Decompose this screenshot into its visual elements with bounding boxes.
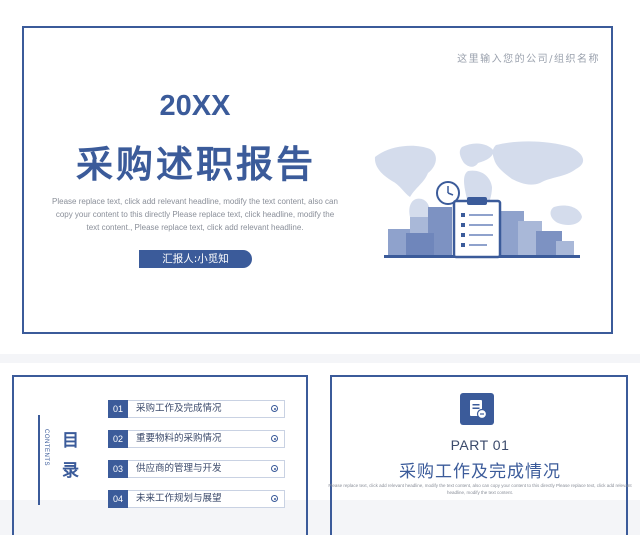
toc-title-en: CONTENTS [43,429,49,466]
report-title: 采购述职报告 [76,143,316,186]
toc-item-label: 采购工作及完成情况 [128,400,285,418]
target-dot-icon [271,405,278,412]
cover-description: Please replace text, click add relevant … [52,197,338,232]
clipboard-icon [452,197,502,259]
toc-item-number: 03 [108,460,128,478]
toc-item-text: 未来工作规划与展望 [136,493,222,504]
toc-item-number: 04 [108,490,128,508]
toc-item-label: 供应商的管理与开发 [128,460,285,478]
target-dot-icon [271,465,278,472]
toc-item-text: 采购工作及完成情况 [136,403,222,414]
reporter-badge: 汇报人:小觅知 [139,250,252,268]
toc-item-text: 重要物料的采购情况 [136,433,222,444]
toc-slide: CONTENTS 目录 01 采购工作及完成情况 02 重要物料的采购情况 03… [0,363,320,535]
toc-title-cn: 目录 [62,431,79,481]
company-name: 这里输入您的公司/组织名称 [457,54,600,65]
toc-item[interactable]: 01 采购工作及完成情况 [108,400,285,418]
cover-slide: 这里输入您的公司/组织名称 20XX 采购述职报告 Please replace… [0,0,640,354]
toc-item[interactable]: 04 未来工作规划与展望 [108,490,285,508]
toc-item-number: 01 [108,400,128,418]
target-dot-icon [271,435,278,442]
toc-item[interactable]: 02 重要物料的采购情况 [108,430,285,448]
toc-item-label: 未来工作规划与展望 [128,490,285,508]
target-dot-icon [271,495,278,502]
part-description: Please replace text, click add relevant … [328,483,632,495]
toc-item-number: 02 [108,430,128,448]
toc-item-text: 供应商的管理与开发 [136,463,222,474]
toc-heading: CONTENTS 目录 [38,415,80,505]
procurement-illustration-icon [374,141,584,259]
part-slide: PART 01 采购工作及完成情况 Please replace text, c… [320,363,640,535]
toc-item-label: 重要物料的采购情况 [128,430,285,448]
year-text: 20XX [159,90,231,122]
toc-item[interactable]: 03 供应商的管理与开发 [108,460,285,478]
part-title: 采购工作及完成情况 [399,462,561,482]
part-number: PART 01 [450,437,510,453]
document-icon [460,393,494,425]
